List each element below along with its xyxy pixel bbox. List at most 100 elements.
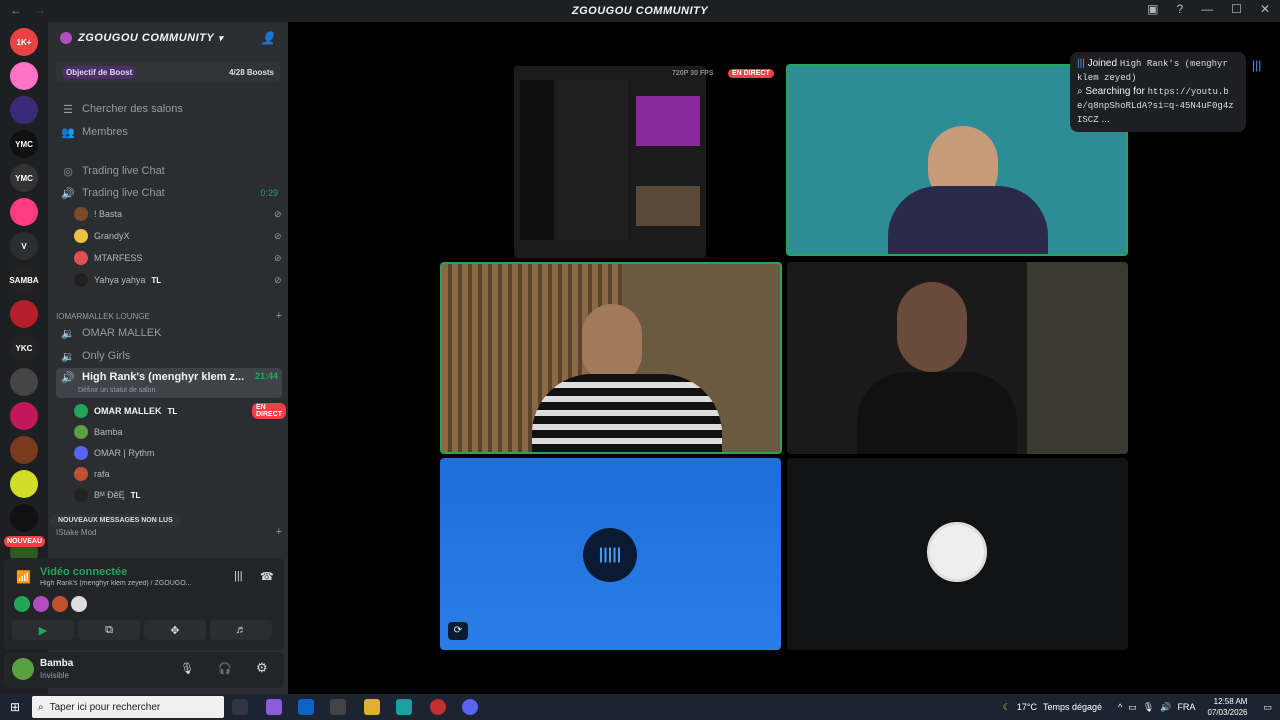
- server-icon[interactable]: [10, 504, 38, 532]
- voice-user[interactable]: Bᴹ ÐẽĘ TL: [74, 485, 140, 505]
- guild-header[interactable]: ZGOUGOU COMMUNITY ▾ 👤: [48, 22, 288, 54]
- server-icon[interactable]: [10, 62, 38, 90]
- search-channels-link[interactable]: ☰ Chercher des salons: [56, 98, 282, 120]
- screen-share-tile[interactable]: [514, 66, 706, 258]
- server-icon[interactable]: 1K+: [10, 28, 38, 56]
- voice-user[interactable]: Bamba▶: [74, 422, 295, 442]
- server-icon[interactable]: YKC: [10, 334, 38, 362]
- avatar: [74, 404, 88, 418]
- webcam-tile[interactable]: [787, 262, 1128, 454]
- activities-icon: ✥: [170, 624, 180, 637]
- list-icon: ☰: [63, 103, 73, 116]
- voice-user[interactable]: ! Basta ⊘: [74, 204, 282, 224]
- avatar-tile[interactable]: [787, 458, 1128, 650]
- channel-trading-chat[interactable]: ◎ Trading live Chat: [56, 160, 282, 182]
- weather-temp[interactable]: 17°C: [1017, 702, 1037, 712]
- search-icon: ⌕: [38, 701, 44, 713]
- add-channel-icon[interactable]: +: [276, 310, 282, 322]
- recorder-icon[interactable]: [430, 699, 446, 715]
- volume-icon[interactable]: 🔊: [1160, 702, 1171, 713]
- channel-label: High Rank's (menghyr klem z...: [82, 371, 245, 383]
- voice-user[interactable]: GrandyX ⊘: [74, 226, 282, 246]
- activities-button[interactable]: ✥: [144, 620, 206, 640]
- voice-status[interactable]: Vidéo connectée: [40, 566, 127, 578]
- mic-icon[interactable]: 🎙: [1143, 702, 1154, 713]
- weather-icon[interactable]: ☾: [1003, 702, 1011, 713]
- server-icon[interactable]: [10, 198, 38, 226]
- activity-avatars: [14, 596, 87, 612]
- soundboard-button[interactable]: ♬: [210, 620, 272, 640]
- noise-suppression-icon[interactable]: |||: [234, 570, 243, 582]
- new-messages-pill[interactable]: NOUVEAUX MESSAGES NON LUS: [50, 514, 181, 527]
- language[interactable]: FRA: [1177, 702, 1195, 712]
- set-channel-status[interactable]: Définir un statut de salon: [78, 387, 155, 394]
- voice-user[interactable]: MTARFESS ⊘: [74, 248, 282, 268]
- notifications-icon[interactable]: ▭: [1263, 702, 1272, 713]
- server-icon[interactable]: YMC: [10, 130, 38, 158]
- inbox-icon[interactable]: ▣: [1147, 2, 1158, 16]
- chevron-up-icon[interactable]: ^: [1118, 702, 1122, 712]
- category-omar-lounge[interactable]: IOMARMALLEK LOUNGE +: [56, 310, 282, 322]
- server-icon[interactable]: SAMBA: [9, 266, 39, 294]
- channel-label: OMAR MALLEK: [82, 327, 162, 339]
- avatar[interactable]: [33, 596, 49, 612]
- voice-user[interactable]: Yahya yahya TL ⊘: [74, 270, 282, 290]
- windows-start-icon[interactable]: ⊞: [10, 700, 20, 714]
- user-tag: TL: [130, 490, 141, 500]
- avatar[interactable]: [14, 596, 30, 612]
- search-channels-label: Chercher des salons: [82, 103, 183, 115]
- server-icon[interactable]: V: [10, 232, 38, 260]
- task-view-icon[interactable]: [232, 699, 248, 715]
- server-icon[interactable]: [10, 368, 38, 396]
- explorer-icon[interactable]: [364, 699, 380, 715]
- disconnect-icon[interactable]: ☎: [260, 570, 274, 583]
- server-icon[interactable]: [10, 300, 38, 328]
- minimize-icon[interactable]: —: [1201, 2, 1213, 16]
- members-link[interactable]: 👥 Membres: [56, 121, 282, 143]
- stage-icon: ◎: [63, 165, 73, 178]
- channel-only-girls[interactable]: 🔉 Only Girls: [56, 345, 282, 367]
- webcam-tile[interactable]: [440, 262, 782, 454]
- clock[interactable]: 12:58 AM 07/03/2026: [1207, 696, 1247, 718]
- server-icon[interactable]: [10, 470, 38, 498]
- copilot-icon[interactable]: [266, 699, 282, 715]
- maximize-icon[interactable]: ☐: [1231, 2, 1242, 16]
- voice-user[interactable]: OMAR MALLEK TL EN DIRECT: [74, 401, 287, 421]
- boost-goal[interactable]: Objectif de Boost 4/28 Boosts: [56, 62, 280, 82]
- audio-only-tile[interactable]: ||||| ⟳: [440, 458, 781, 650]
- avatar[interactable]: [52, 596, 68, 612]
- server-icon[interactable]: [10, 96, 38, 124]
- members-label: Membres: [82, 126, 128, 138]
- server-icon[interactable]: [10, 402, 38, 430]
- edge-icon[interactable]: [396, 699, 412, 715]
- headphones-icon[interactable]: 🎧: [218, 662, 232, 675]
- help-icon[interactable]: ?: [1176, 2, 1183, 16]
- voice-user[interactable]: rafa▶: [74, 464, 295, 484]
- invite-icon[interactable]: 👤: [261, 31, 276, 45]
- store-icon[interactable]: [330, 699, 346, 715]
- network-icon[interactable]: ▭: [1128, 702, 1137, 713]
- user-status: Invisible: [40, 671, 69, 680]
- avatar[interactable]: [71, 596, 87, 612]
- weather-text[interactable]: Temps dégagé: [1043, 702, 1102, 712]
- category-stake-mod[interactable]: IStake Mod +: [56, 526, 282, 538]
- discord-icon[interactable]: [462, 699, 478, 715]
- close-icon[interactable]: ✕: [1260, 2, 1270, 16]
- voice-user[interactable]: OMAR | Rythm▶: [74, 443, 295, 463]
- server-icon[interactable]: YMC: [10, 164, 38, 192]
- window-controls: ▣ ? — ☐ ✕: [1147, 2, 1270, 16]
- gear-icon[interactable]: ⚙: [256, 660, 268, 676]
- taskbar-search[interactable]: ⌕ Taper ici pour rechercher: [32, 696, 224, 718]
- add-channel-icon[interactable]: +: [276, 526, 282, 538]
- server-icon[interactable]: [10, 436, 38, 464]
- channel-omar-mallek[interactable]: 🔉 OMAR MALLEK: [56, 322, 282, 344]
- avatar[interactable]: [12, 658, 34, 680]
- audio-wave-icon[interactable]: |||: [1252, 58, 1261, 72]
- share-screen-button[interactable]: ⧉: [78, 620, 140, 640]
- camera-button[interactable]: ▶: [12, 620, 74, 640]
- voice-channel-path[interactable]: High Rank's (menghyr klem zeyed) / ZGOUG…: [40, 580, 220, 587]
- microphone-icon[interactable]: 🎙: [180, 662, 194, 675]
- outlook-icon[interactable]: [298, 699, 314, 715]
- channel-trading-voice[interactable]: 🔊 Trading live Chat 0:29: [56, 182, 282, 204]
- new-badge[interactable]: NOUVEAU: [4, 536, 46, 547]
